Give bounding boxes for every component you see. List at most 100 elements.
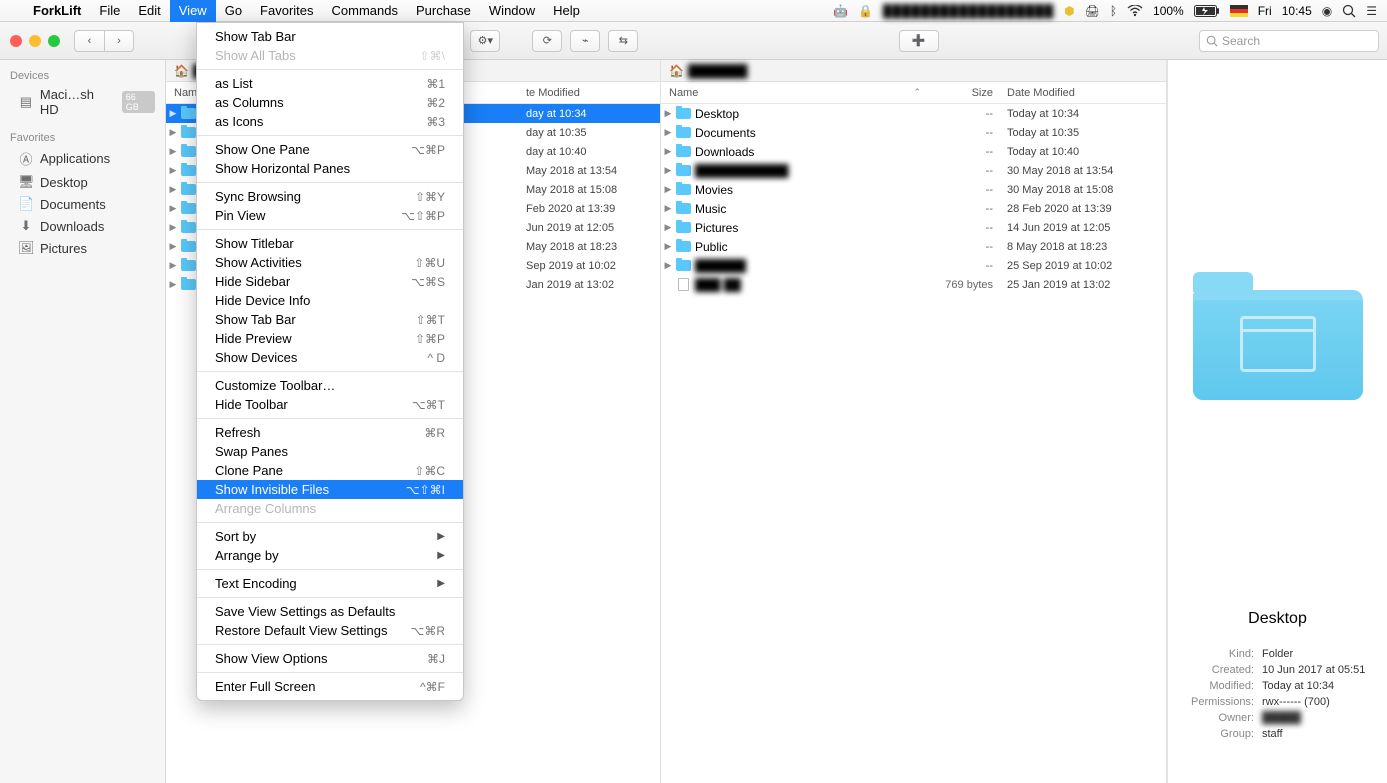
menu-file[interactable]: File bbox=[90, 0, 129, 22]
robot-menu-icon[interactable]: 🤖 bbox=[833, 4, 848, 18]
menu-item[interactable]: Text Encoding▶ bbox=[197, 574, 463, 593]
sidebar-item-macintosh-hd[interactable]: ▤ Maci…sh HD 66 GB bbox=[0, 84, 165, 120]
wifi-menu-icon[interactable] bbox=[1127, 5, 1143, 17]
disclosure-triangle-icon[interactable]: ▶ bbox=[661, 165, 675, 176]
disclosure-triangle-icon[interactable]: ▶ bbox=[166, 222, 180, 233]
list-item[interactable]: ▶ Downloads -- Today at 10:40 bbox=[661, 142, 1166, 161]
compare-button[interactable]: ⇆ bbox=[608, 30, 638, 52]
sidebar-item-downloads[interactable]: ⬇Downloads bbox=[0, 215, 165, 237]
list-item[interactable]: ▶ Music -- 28 Feb 2020 at 13:39 bbox=[661, 199, 1166, 218]
list-item[interactable]: ███ ██ 769 bytes 25 Jan 2019 at 13:02 bbox=[661, 275, 1166, 294]
disclosure-triangle-icon[interactable]: ▶ bbox=[661, 108, 675, 119]
flag-menu-icon[interactable] bbox=[1230, 5, 1248, 17]
menu-item[interactable]: as List⌘1 bbox=[197, 74, 463, 93]
menu-item[interactable]: Show One Pane⌥⌘P bbox=[197, 140, 463, 159]
spotlight-icon[interactable] bbox=[1342, 4, 1356, 18]
menu-window[interactable]: Window bbox=[480, 0, 544, 22]
menu-item[interactable]: Enter Full Screen^⌘F bbox=[197, 677, 463, 696]
col-date-modified[interactable]: te Modified bbox=[520, 87, 660, 99]
disclosure-triangle-icon[interactable]: ▶ bbox=[661, 241, 675, 252]
menu-item[interactable]: Sort by▶ bbox=[197, 527, 463, 546]
menu-help[interactable]: Help bbox=[544, 0, 589, 22]
menu-favorites[interactable]: Favorites bbox=[251, 0, 322, 22]
menu-item[interactable]: Restore Default View Settings⌥⌘R bbox=[197, 621, 463, 640]
menu-item[interactable]: Clone Pane⇧⌘C bbox=[197, 461, 463, 480]
list-item[interactable]: ▶ Documents -- Today at 10:35 bbox=[661, 123, 1166, 142]
menu-item[interactable]: Show Tab Bar bbox=[197, 27, 463, 46]
menu-item[interactable]: Sync Browsing⇧⌘Y bbox=[197, 187, 463, 206]
battery-icon[interactable] bbox=[1194, 5, 1220, 17]
add-connection-button[interactable]: ➕ bbox=[899, 30, 939, 52]
sidebar-item-desktop[interactable]: 🖥Desktop bbox=[0, 171, 165, 193]
menu-item[interactable]: Hide Device Info bbox=[197, 291, 463, 310]
shield-menu-icon[interactable]: ⬢ bbox=[1064, 4, 1074, 18]
list-item[interactable]: ▶ Pictures -- 14 Jun 2019 at 12:05 bbox=[661, 218, 1166, 237]
menu-item[interactable]: Show View Options⌘J bbox=[197, 649, 463, 668]
nav-back-button[interactable]: ‹ bbox=[74, 30, 104, 52]
sidebar-item-pictures[interactable]: 🖼Pictures bbox=[0, 237, 165, 259]
col-size[interactable]: Size bbox=[931, 87, 1001, 99]
menu-item[interactable]: Show Activities⇧⌘U bbox=[197, 253, 463, 272]
list-item[interactable]: ▶ ███████████ -- 30 May 2018 at 13:54 bbox=[661, 161, 1166, 180]
search-input[interactable]: Search bbox=[1199, 30, 1379, 52]
menu-purchase[interactable]: Purchase bbox=[407, 0, 480, 22]
terminal-button[interactable]: ⌁ bbox=[570, 30, 600, 52]
disclosure-triangle-icon[interactable]: ▶ bbox=[166, 279, 180, 290]
menu-item[interactable]: Show Titlebar bbox=[197, 234, 463, 253]
nav-forward-button[interactable]: › bbox=[104, 30, 134, 52]
close-window-button[interactable] bbox=[10, 35, 22, 47]
menu-item[interactable]: Show Invisible Files⌥⇧⌘I bbox=[197, 480, 463, 499]
disclosure-triangle-icon[interactable]: ▶ bbox=[166, 260, 180, 271]
col-name[interactable]: Name⌃ bbox=[661, 87, 931, 99]
menu-item[interactable]: Hide Preview⇧⌘P bbox=[197, 329, 463, 348]
disclosure-triangle-icon[interactable]: ▶ bbox=[661, 184, 675, 195]
right-file-list[interactable]: ▶ Desktop -- Today at 10:34▶ Documents -… bbox=[661, 104, 1166, 783]
gear-button[interactable]: ⚙▾ bbox=[470, 30, 500, 52]
menu-commands[interactable]: Commands bbox=[323, 0, 407, 22]
disclosure-triangle-icon[interactable]: ▶ bbox=[661, 127, 675, 138]
disclosure-triangle-icon[interactable]: ▶ bbox=[166, 203, 180, 214]
disclosure-triangle-icon[interactable]: ▶ bbox=[661, 260, 675, 271]
menu-item[interactable]: Refresh⌘R bbox=[197, 423, 463, 442]
sidebar-item-documents[interactable]: 📄Documents bbox=[0, 193, 165, 215]
sync-button[interactable]: ⟳ bbox=[532, 30, 562, 52]
disclosure-triangle-icon[interactable]: ▶ bbox=[166, 108, 180, 119]
bluetooth-menu-icon[interactable]: ᛒ bbox=[1110, 4, 1117, 18]
menu-item[interactable]: as Icons⌘3 bbox=[197, 112, 463, 131]
disclosure-triangle-icon[interactable]: ▶ bbox=[166, 241, 180, 252]
control-center-icon[interactable]: ☰ bbox=[1366, 4, 1377, 18]
col-date-modified[interactable]: Date Modified bbox=[1001, 87, 1166, 99]
sidebar-item-applications[interactable]: ⒶApplications bbox=[0, 146, 165, 171]
right-pathbar[interactable]: 🏠 ███████ bbox=[661, 60, 1166, 82]
minimize-window-button[interactable] bbox=[29, 35, 41, 47]
menu-item[interactable]: Swap Panes bbox=[197, 442, 463, 461]
lock-menu-icon[interactable]: 🔒 bbox=[858, 4, 873, 18]
menu-item[interactable]: Hide Toolbar⌥⌘T bbox=[197, 395, 463, 414]
spotlight-alt-icon[interactable]: ◉ bbox=[1322, 4, 1332, 18]
disclosure-triangle-icon[interactable]: ▶ bbox=[166, 127, 180, 138]
menu-item[interactable]: Pin View⌥⇧⌘P bbox=[197, 206, 463, 225]
list-item[interactable]: ▶ Desktop -- Today at 10:34 bbox=[661, 104, 1166, 123]
menu-item[interactable]: Hide Sidebar⌥⌘S bbox=[197, 272, 463, 291]
disclosure-triangle-icon[interactable]: ▶ bbox=[661, 222, 675, 233]
list-item[interactable]: ▶ Public -- 8 May 2018 at 18:23 bbox=[661, 237, 1166, 256]
menu-item[interactable]: Save View Settings as Defaults bbox=[197, 602, 463, 621]
disclosure-triangle-icon[interactable]: ▶ bbox=[166, 165, 180, 176]
menu-item[interactable]: Show Devices^ D bbox=[197, 348, 463, 367]
zoom-window-button[interactable] bbox=[48, 35, 60, 47]
right-column-header[interactable]: Name⌃ Size Date Modified bbox=[661, 82, 1166, 104]
menu-item[interactable]: as Columns⌘2 bbox=[197, 93, 463, 112]
disclosure-triangle-icon[interactable]: ▶ bbox=[661, 146, 675, 157]
printer-menu-icon[interactable]: 🖨 bbox=[1085, 4, 1100, 18]
list-item[interactable]: ▶ Movies -- 30 May 2018 at 15:08 bbox=[661, 180, 1166, 199]
app-name[interactable]: ForkLift bbox=[24, 3, 90, 18]
menu-item[interactable]: Show Tab Bar⇧⌘T bbox=[197, 310, 463, 329]
menu-item[interactable]: Show Horizontal Panes bbox=[197, 159, 463, 178]
disclosure-triangle-icon[interactable]: ▶ bbox=[661, 203, 675, 214]
disclosure-triangle-icon[interactable]: ▶ bbox=[166, 184, 180, 195]
menu-item[interactable]: Customize Toolbar… bbox=[197, 376, 463, 395]
menu-edit[interactable]: Edit bbox=[129, 0, 169, 22]
menu-go[interactable]: Go bbox=[216, 0, 251, 22]
menu-view[interactable]: View bbox=[170, 0, 216, 22]
disclosure-triangle-icon[interactable]: ▶ bbox=[166, 146, 180, 157]
